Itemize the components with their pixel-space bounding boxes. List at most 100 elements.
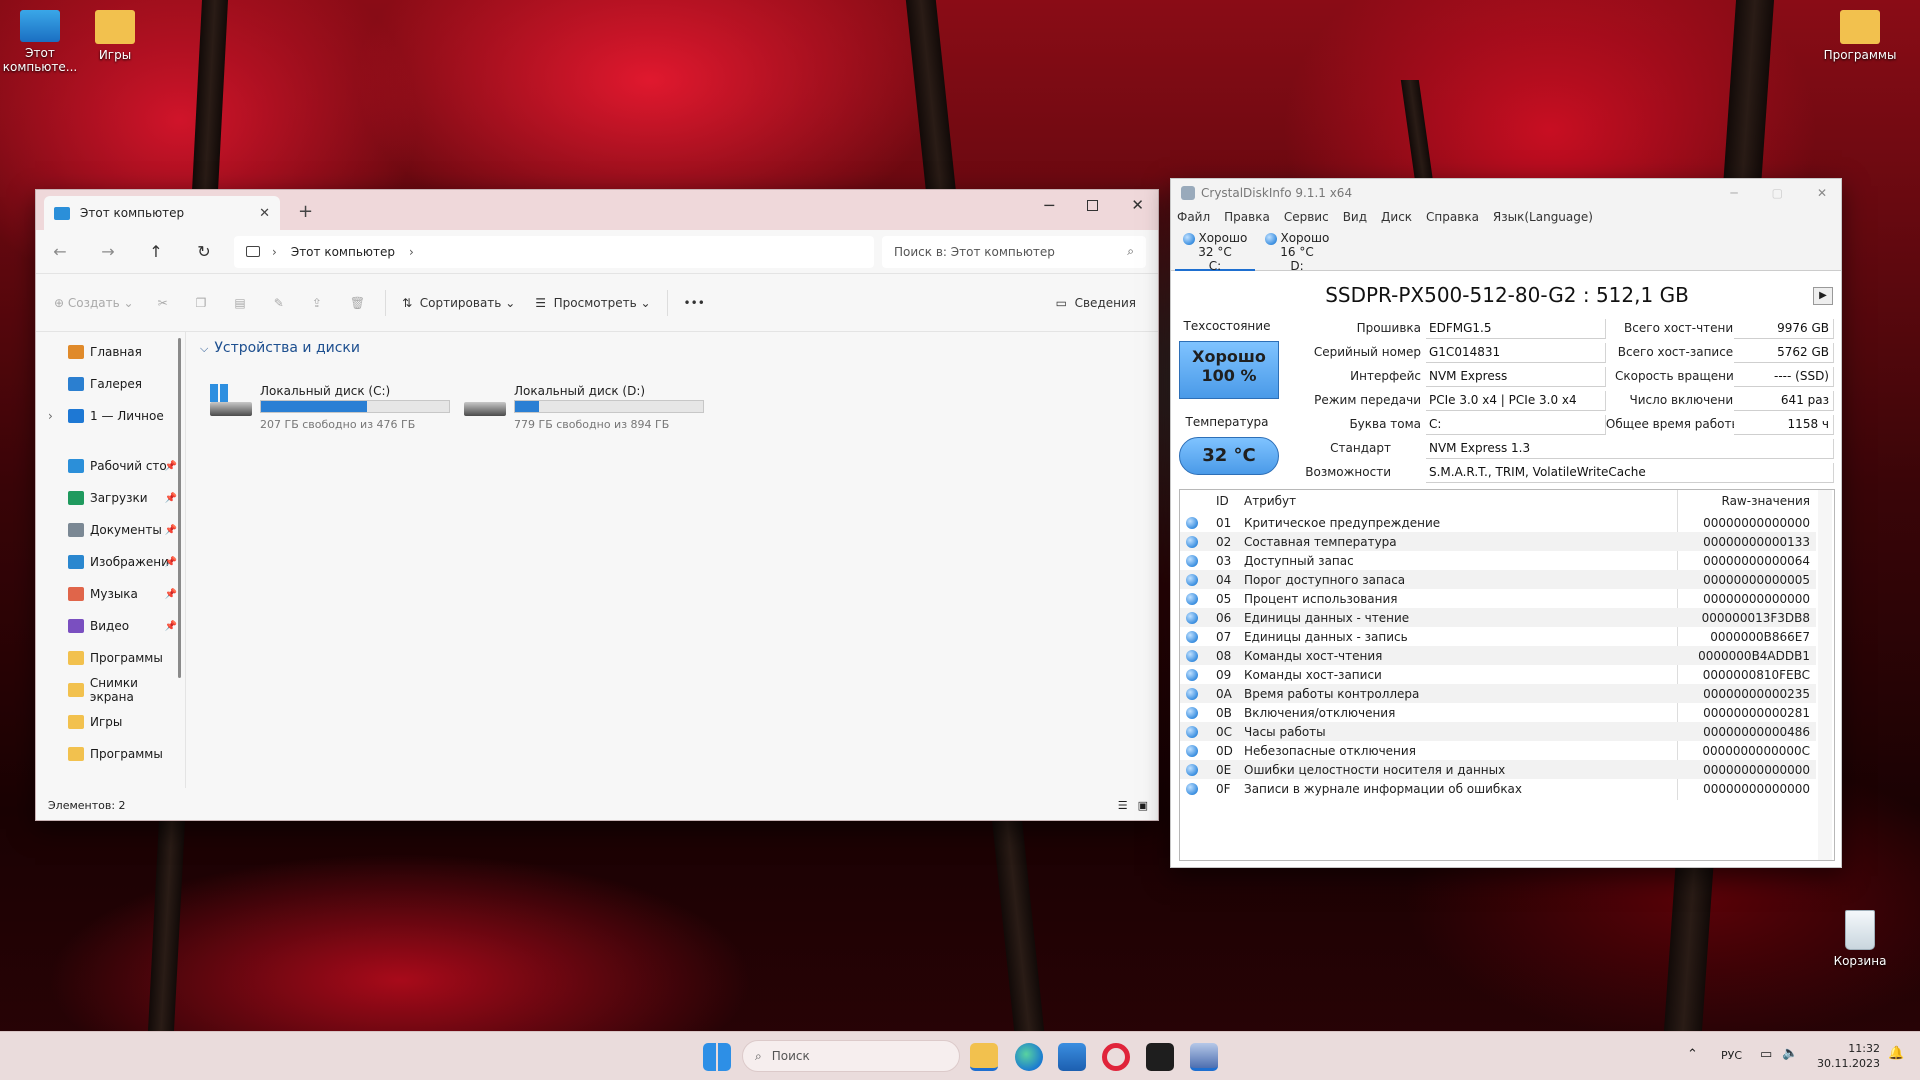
smart-row[interactable]: 0F Записи в журнале информации об ошибках… <box>1180 779 1816 798</box>
language-indicator[interactable]: РУС <box>1721 1049 1742 1062</box>
forward-arrow-icon[interactable]: → <box>84 242 132 261</box>
network-icon[interactable]: ▭ <box>1760 1047 1772 1062</box>
smart-row[interactable]: 01 Критическое предупреждение 000000000000… <box>1180 513 1816 532</box>
menu-item[interactable]: Правка <box>1224 210 1270 224</box>
opera-icon[interactable] <box>1102 1043 1130 1071</box>
copy-icon[interactable]: ❐ <box>182 296 221 310</box>
smart-row[interactable]: 02 Составная температура 00000000000133 <box>1180 532 1816 551</box>
sidebar-item[interactable]: Изображени 📌 <box>36 546 185 578</box>
smart-row[interactable]: 0A Время работы контроллера 00000000000235 <box>1180 684 1816 703</box>
view-button[interactable]: ☰ Просмотреть ⌄ <box>525 296 660 310</box>
rename-icon[interactable]: ✎ <box>260 296 298 310</box>
maximize-button[interactable] <box>1087 200 1098 211</box>
sort-button[interactable]: ⇅ Сортировать ⌄ <box>392 296 525 310</box>
drive-d[interactable]: Локальный диск (D:) 779 ГБ свободно из 8… <box>464 384 714 434</box>
refresh-icon[interactable]: ↻ <box>180 242 228 261</box>
address-bar[interactable]: › Этот компьютер › <box>234 235 874 268</box>
file-explorer-icon[interactable] <box>970 1043 998 1071</box>
back-arrow-icon[interactable]: ← <box>36 242 84 261</box>
disk-button-d[interactable]: Хорошо 16 °C D: <box>1257 231 1337 273</box>
smart-row[interactable]: 09 Команды хост-записи 0000000810FEBC <box>1180 665 1816 684</box>
sidebar-item[interactable]: Документы 📌 <box>36 514 185 546</box>
drive-c[interactable]: Локальный диск (C:) 207 ГБ свободно из 4… <box>210 384 460 434</box>
col-raw[interactable]: Raw-значения <box>1722 494 1811 508</box>
maximize-button[interactable]: ▢ <box>1772 186 1783 200</box>
section-header[interactable]: ⌵ Устройства и диски <box>200 340 360 356</box>
col-attribute[interactable]: Атрибут <box>1244 494 1296 508</box>
minimize-button[interactable]: ─ <box>1730 186 1737 200</box>
cut-icon[interactable]: ✂ <box>144 296 182 310</box>
menu-item[interactable]: Язык(Language) <box>1493 210 1593 224</box>
menu-item[interactable]: Сервис <box>1284 210 1329 224</box>
volume-icon[interactable]: 🔈 <box>1782 1046 1798 1061</box>
tab-this-pc[interactable]: Этот компьютер ✕ <box>44 196 280 230</box>
store-icon[interactable] <box>1058 1043 1086 1071</box>
desktop-icon-this-pc[interactable]: Этот компьюте... <box>0 10 80 74</box>
search-box[interactable]: Поиск в: Этот компьютер ⌕ <box>882 235 1146 268</box>
create-button[interactable]: ⊕ Создать ⌄ <box>36 296 144 310</box>
tiles-view-icon[interactable]: ▣ <box>1138 799 1148 812</box>
up-arrow-icon[interactable]: ↑ <box>132 242 180 261</box>
close-window-button[interactable]: ✕ <box>1131 196 1144 214</box>
start-windows-icon[interactable] <box>703 1043 731 1071</box>
edge-icon[interactable] <box>1015 1043 1043 1071</box>
sidebar-item[interactable]: Видео 📌 <box>36 610 185 642</box>
smart-raw: 00000000000486 <box>1703 724 1810 739</box>
sidebar-item[interactable]: Программы <box>36 738 185 770</box>
control-panel-icon[interactable] <box>1146 1043 1174 1071</box>
menu-item[interactable]: Файл <box>1177 210 1210 224</box>
sidebar-item[interactable]: Загрузки 📌 <box>36 482 185 514</box>
smart-id: 08 <box>1216 648 1232 663</box>
sidebar-item[interactable]: Музыка 📌 <box>36 578 185 610</box>
menu-item[interactable]: Вид <box>1343 210 1367 224</box>
smart-scrollbar[interactable] <box>1818 490 1832 860</box>
sidebar-item[interactable]: Программы <box>36 642 185 674</box>
menu-item[interactable]: Диск <box>1381 210 1412 224</box>
sidebar-item[interactable]: Главная <box>36 336 185 368</box>
col-id[interactable]: ID <box>1216 494 1229 508</box>
smart-row[interactable]: 06 Единицы данных - чтение 000000013F3DB8 <box>1180 608 1816 627</box>
search-input[interactable]: Поиск в: Этот компьютер <box>894 245 1055 259</box>
share-icon[interactable]: ⇪ <box>298 296 336 310</box>
sidebar-item[interactable]: Рабочий сто 📌 <box>36 450 185 482</box>
menu-item[interactable]: Справка <box>1426 210 1479 224</box>
more-options-button[interactable]: ••• <box>674 296 715 310</box>
temperature-label: Температура <box>1185 415 1269 429</box>
delete-icon[interactable]: 🗑 <box>336 296 379 310</box>
smart-row[interactable]: 04 Порог доступного запаса 00000000000005 <box>1180 570 1816 589</box>
paste-icon[interactable]: ▤ <box>220 296 259 310</box>
smart-row[interactable]: 0D Небезопасные отключения 0000000000000C <box>1180 741 1816 760</box>
smart-row[interactable]: 0B Включения/отключения 00000000000281 <box>1180 703 1816 722</box>
smart-row[interactable]: 05 Процент использования 00000000000000 <box>1180 589 1816 608</box>
desktop-icon-programs[interactable]: Программы <box>1820 10 1900 62</box>
sidebar-item[interactable]: Игры <box>36 706 185 738</box>
smart-row[interactable]: 0C Часы работы 00000000000486 <box>1180 722 1816 741</box>
breadcrumb[interactable]: Этот компьютер <box>291 245 395 259</box>
details-button[interactable]: ▭ Сведения <box>1046 296 1158 310</box>
sidebar-scrollbar[interactable] <box>178 338 181 678</box>
sidebar-item[interactable]: › 1 — Личное <box>36 400 185 432</box>
view-label: Просмотреть <box>553 295 637 310</box>
sidebar-item[interactable]: Галерея <box>36 368 185 400</box>
desktop-icon-games[interactable]: Игры <box>75 10 155 62</box>
close-window-button[interactable]: ✕ <box>1817 186 1827 200</box>
minimize-button[interactable]: ─ <box>1044 196 1054 215</box>
taskbar-search[interactable]: ⌕ Поиск <box>742 1040 960 1072</box>
chevron-up-icon[interactable]: ⌃ <box>1687 1047 1698 1062</box>
crystaldiskinfo-icon[interactable] <box>1190 1043 1218 1071</box>
new-tab-button[interactable]: + <box>298 201 313 222</box>
smart-row[interactable]: 08 Команды хост-чтения 0000000B4ADDB1 <box>1180 646 1816 665</box>
disk-button-c[interactable]: Хорошо 32 °C C: <box>1175 231 1255 273</box>
notification-bell-icon[interactable]: 🔔 <box>1888 1046 1904 1061</box>
status-dot-icon <box>1186 535 1198 548</box>
desktop-icon-recycle-bin[interactable]: Корзина <box>1820 910 1900 968</box>
smart-row[interactable]: 0E Ошибки целостности носителя и данных 00… <box>1180 760 1816 779</box>
next-disk-button[interactable]: ▶ <box>1813 287 1833 305</box>
details-view-icon[interactable]: ☰ <box>1118 799 1128 812</box>
smart-row[interactable]: 07 Единицы данных - запись 0000000B866E7 <box>1180 627 1816 646</box>
sidebar-item[interactable]: Снимки экрана <box>36 674 185 706</box>
chevron-right-icon[interactable]: › <box>48 409 53 423</box>
clock[interactable]: 11:32 30.11.2023 <box>1810 1041 1880 1071</box>
close-tab-icon[interactable]: ✕ <box>259 206 270 221</box>
smart-row[interactable]: 03 Доступный запас 00000000000064 <box>1180 551 1816 570</box>
